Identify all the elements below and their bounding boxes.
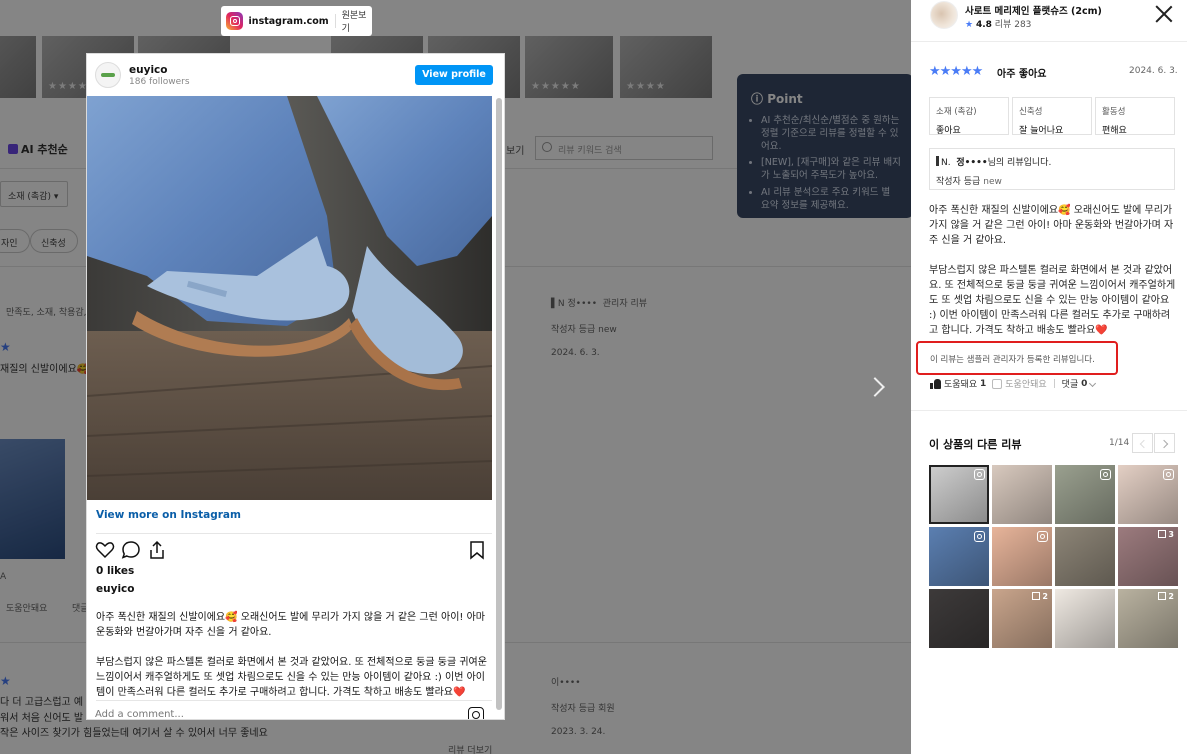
- thumbs-up-icon[interactable]: [930, 378, 941, 389]
- other-reviews-grid: 3 2 2: [929, 465, 1178, 651]
- option-value: 좋아요: [936, 126, 961, 136]
- review-option: 활동성 편해요: [1095, 97, 1175, 136]
- review-detail-panel: 사로트 메리제인 플랫슈즈 (2cm) ★ 4.8 리뷰 283 ★★★★★ 아…: [911, 0, 1187, 754]
- helpful-count: 1: [980, 378, 987, 389]
- like-heart-icon[interactable]: [95, 540, 115, 560]
- review-thumbnail[interactable]: [992, 465, 1052, 524]
- avatar[interactable]: [95, 62, 121, 88]
- writer-grade: new: [983, 177, 1002, 187]
- instagram-badge-icon: [1037, 531, 1048, 542]
- review-actions: 도움돼요 1 도움안돼요 댓글 0: [930, 377, 1097, 390]
- product-thumbnail: [930, 1, 958, 29]
- view-more-on-instagram-link[interactable]: View more on Instagram: [96, 509, 241, 521]
- likes-count: 0 likes: [96, 565, 135, 577]
- review-date: 2024. 6. 3.: [1129, 66, 1178, 76]
- instagram-badge-icon: [974, 531, 985, 542]
- review-thumbnail[interactable]: [1055, 465, 1115, 524]
- option-key: 소재 (촉감): [936, 107, 977, 117]
- next-page-button[interactable]: [1154, 433, 1175, 453]
- review-count: 283: [1014, 20, 1032, 30]
- review-option: 소재 (촉감) 좋아요: [929, 97, 1009, 136]
- rating-star-icon: ★: [965, 20, 974, 30]
- instagram-badge-icon: [974, 469, 985, 480]
- product-name: 사로트 메리제인 플랫슈즈 (2cm): [965, 6, 1102, 17]
- option-key: 신축성: [1019, 107, 1043, 117]
- review-thumbnail[interactable]: [1118, 465, 1178, 524]
- option-value: 편해요: [1102, 126, 1127, 136]
- writer-info: N. 정••••님의 리뷰입니다. 작성자 등급 new: [929, 148, 1175, 190]
- writer-suffix: 님의 리뷰입니다.: [987, 158, 1052, 168]
- other-reviews-page: 1/14: [1109, 438, 1130, 448]
- scrollbar[interactable]: [494, 96, 502, 716]
- multi-photo-count: 3: [1158, 530, 1174, 539]
- option-key: 활동성: [1102, 107, 1126, 117]
- chevron-down-icon[interactable]: [1089, 379, 1097, 388]
- review-thumbnail[interactable]: 3: [1118, 527, 1178, 586]
- add-comment-input[interactable]: Add a comment...: [95, 709, 184, 719]
- review-thumbnail[interactable]: [929, 465, 989, 524]
- review-title: 아주 좋아요: [997, 69, 1047, 80]
- review-thumbnail[interactable]: 2: [992, 589, 1052, 648]
- instagram-glyph-icon[interactable]: [468, 707, 484, 719]
- review-thumbnail[interactable]: [929, 589, 989, 648]
- source-bar: instagram.com 원본보기: [221, 6, 372, 36]
- instagram-logo-icon: [226, 12, 243, 30]
- save-bookmark-icon[interactable]: [467, 540, 487, 560]
- close-icon[interactable]: [1155, 5, 1173, 23]
- new-badge-icon: [936, 156, 939, 166]
- rating-value: 4.8: [975, 20, 992, 30]
- not-helpful-button[interactable]: 도움안돼요: [1005, 377, 1046, 390]
- scrollbar-thumb[interactable]: [496, 98, 502, 710]
- instagram-header: euyico 186 followers View profile: [87, 54, 504, 96]
- admin-review-notice: 이 리뷰는 샘플러 관리자가 등록한 리뷰입니다.: [916, 341, 1118, 375]
- instagram-badge-icon: [1100, 469, 1111, 480]
- multi-photo-count: 2: [1158, 592, 1174, 601]
- writer-badge-letter: N: [941, 158, 948, 168]
- review-count-label: 리뷰: [994, 20, 1012, 30]
- divider: [96, 533, 492, 534]
- instagram-username[interactable]: euyico: [129, 64, 190, 76]
- review-stars: ★★★★★: [929, 64, 983, 79]
- source-domain: instagram.com: [248, 15, 329, 27]
- caption-username[interactable]: euyico: [96, 583, 134, 595]
- instagram-followers: 186 followers: [129, 76, 190, 87]
- divider: [96, 700, 492, 701]
- writer-name: 정••••: [956, 158, 988, 168]
- review-option: 신축성 잘 늘어나요: [1012, 97, 1092, 136]
- review-thumbnail[interactable]: [1055, 527, 1115, 586]
- multi-photo-count: 2: [1032, 592, 1048, 601]
- other-reviews-title: 이 상품의 다른 리뷰: [929, 438, 1022, 451]
- product-rating: ★ 4.8 리뷰 283: [965, 17, 1031, 30]
- divider: [911, 410, 1187, 411]
- review-thumbnail[interactable]: [929, 527, 989, 586]
- view-profile-button[interactable]: View profile: [415, 65, 493, 85]
- divider: [1053, 379, 1055, 388]
- comment-count: 0: [1081, 378, 1088, 389]
- instagram-actions: [95, 540, 487, 562]
- review-thumbnail[interactable]: [992, 527, 1052, 586]
- share-icon[interactable]: [147, 540, 167, 560]
- review-thumbnail[interactable]: [1055, 589, 1115, 648]
- next-photo-arrow[interactable]: [866, 372, 886, 404]
- post-caption: 아주 폭신한 재질의 신발이에요🥰 오래신어도 발에 무리가 가지 않을 거 같…: [96, 612, 487, 698]
- thumbs-down-icon[interactable]: [992, 378, 1003, 389]
- prev-page-button[interactable]: [1132, 433, 1153, 453]
- writer-grade-label: 작성자 등급: [936, 177, 981, 187]
- writer-grade-line: 작성자 등급 new: [936, 174, 1174, 187]
- view-original-link[interactable]: 원본보기: [342, 8, 372, 34]
- helpful-button[interactable]: 도움돼요: [944, 377, 977, 390]
- option-value: 잘 늘어나요: [1019, 126, 1064, 136]
- review-thumbnail[interactable]: 2: [1118, 589, 1178, 648]
- instagram-badge-icon: [1163, 469, 1174, 480]
- divider: [334, 14, 336, 28]
- writer-line: N. 정••••님의 리뷰입니다.: [936, 155, 1174, 168]
- instagram-post-photo[interactable]: [87, 96, 492, 500]
- comment-toggle[interactable]: 댓글: [1062, 377, 1079, 390]
- shoe-photo: [87, 96, 492, 500]
- comment-bubble-icon[interactable]: [121, 540, 141, 560]
- review-body: 아주 폭신한 재질의 신발이에요🥰 오래신어도 발에 무리가 가지 않을 거 같…: [929, 205, 1176, 336]
- instagram-embed: euyico 186 followers View profile View m…: [86, 53, 505, 720]
- divider: [911, 41, 1187, 42]
